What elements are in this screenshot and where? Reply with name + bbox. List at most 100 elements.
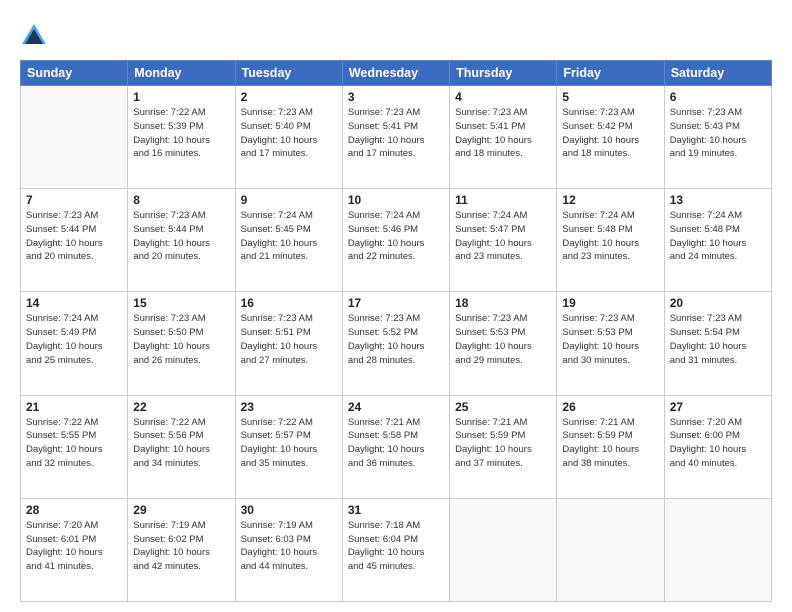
week-row-0: 1Sunrise: 7:22 AMSunset: 5:39 PMDaylight… — [21, 86, 772, 189]
day-number: 5 — [562, 90, 658, 104]
day-number: 20 — [670, 296, 766, 310]
day-info: Sunrise: 7:21 AMSunset: 5:58 PMDaylight:… — [348, 416, 444, 471]
day-header-wednesday: Wednesday — [342, 61, 449, 86]
header — [20, 18, 772, 50]
calendar-cell — [21, 86, 128, 189]
day-info: Sunrise: 7:23 AMSunset: 5:50 PMDaylight:… — [133, 312, 229, 367]
day-number: 1 — [133, 90, 229, 104]
day-number: 16 — [241, 296, 337, 310]
day-number: 21 — [26, 400, 122, 414]
calendar-cell: 1Sunrise: 7:22 AMSunset: 5:39 PMDaylight… — [128, 86, 235, 189]
day-number: 22 — [133, 400, 229, 414]
day-number: 18 — [455, 296, 551, 310]
calendar-cell: 30Sunrise: 7:19 AMSunset: 6:03 PMDayligh… — [235, 498, 342, 601]
calendar-cell: 25 Sunrise: 7:21 AMSunset: 5:59 PMDayligh… — [450, 395, 557, 498]
day-info: Sunrise: 7:23 AMSunset: 5:51 PMDaylight:… — [241, 312, 337, 367]
calendar-cell: 4 Sunrise: 7:23 AMSunset: 5:41 PMDaylight… — [450, 86, 557, 189]
calendar-cell: 29 Sunrise: 7:19 AMSunset: 6:02 PMDayligh… — [128, 498, 235, 601]
calendar-cell: 3 Sunrise: 7:23 AMSunset: 5:41 PMDaylight… — [342, 86, 449, 189]
day-number: 26 — [562, 400, 658, 414]
calendar-cell: 27Sunrise: 7:20 AMSunset: 6:00 PMDayligh… — [664, 395, 771, 498]
day-number: 10 — [348, 193, 444, 207]
calendar-cell: 20 Sunrise: 7:23 AMSunset: 5:54 PMDayligh… — [664, 292, 771, 395]
day-info: Sunrise: 7:23 AMSunset: 5:42 PMDaylight:… — [562, 106, 658, 161]
day-info: Sunrise: 7:23 AMSunset: 5:44 PMDaylight:… — [133, 209, 229, 264]
day-info: Sunrise: 7:21 AMSunset: 5:59 PMDaylight:… — [455, 416, 551, 471]
day-info: Sunrise: 7:21 AMSunset: 5:59 PMDaylight:… — [562, 416, 658, 471]
calendar-cell: 10 Sunrise: 7:24 AMSunset: 5:46 PMDayligh… — [342, 189, 449, 292]
day-header-saturday: Saturday — [664, 61, 771, 86]
calendar-cell: 21Sunrise: 7:22 AMSunset: 5:55 PMDayligh… — [21, 395, 128, 498]
day-header-sunday: Sunday — [21, 61, 128, 86]
day-number: 15 — [133, 296, 229, 310]
calendar-table: SundayMondayTuesdayWednesdayThursdayFrid… — [20, 60, 772, 602]
day-number: 3 — [348, 90, 444, 104]
day-info: Sunrise: 7:24 AMSunset: 5:45 PMDaylight:… — [241, 209, 337, 264]
day-number: 12 — [562, 193, 658, 207]
calendar-cell: 19 Sunrise: 7:23 AMSunset: 5:53 PMDayligh… — [557, 292, 664, 395]
day-number: 25 — [455, 400, 551, 414]
day-info: Sunrise: 7:23 AMSunset: 5:44 PMDaylight:… — [26, 209, 122, 264]
day-info: Sunrise: 7:23 AMSunset: 5:52 PMDaylight:… — [348, 312, 444, 367]
day-number: 4 — [455, 90, 551, 104]
day-number: 29 — [133, 503, 229, 517]
calendar-cell: 15 Sunrise: 7:23 AMSunset: 5:50 PMDayligh… — [128, 292, 235, 395]
week-row-2: 14 Sunrise: 7:24 AMSunset: 5:49 PMDayligh… — [21, 292, 772, 395]
calendar-cell: 12 Sunrise: 7:24 AMSunset: 5:48 PMDayligh… — [557, 189, 664, 292]
day-info: Sunrise: 7:22 AMSunset: 5:56 PMDaylight:… — [133, 416, 229, 471]
week-row-4: 28 Sunrise: 7:20 AMSunset: 6:01 PMDayligh… — [21, 498, 772, 601]
day-number: 30 — [241, 503, 337, 517]
calendar-cell: 22 Sunrise: 7:22 AMSunset: 5:56 PMDayligh… — [128, 395, 235, 498]
day-info: Sunrise: 7:22 AMSunset: 5:57 PMDaylight:… — [241, 416, 337, 471]
calendar-cell: 13Sunrise: 7:24 AMSunset: 5:48 PMDayligh… — [664, 189, 771, 292]
calendar-cell — [450, 498, 557, 601]
day-info: Sunrise: 7:24 AMSunset: 5:49 PMDaylight:… — [26, 312, 122, 367]
day-header-thursday: Thursday — [450, 61, 557, 86]
day-info: Sunrise: 7:23 AMSunset: 5:41 PMDaylight:… — [455, 106, 551, 161]
calendar-cell: 23 Sunrise: 7:22 AMSunset: 5:57 PMDayligh… — [235, 395, 342, 498]
day-info: Sunrise: 7:23 AMSunset: 5:43 PMDaylight:… — [670, 106, 766, 161]
day-number: 7 — [26, 193, 122, 207]
day-info: Sunrise: 7:24 AMSunset: 5:48 PMDaylight:… — [670, 209, 766, 264]
day-number: 19 — [562, 296, 658, 310]
day-info: Sunrise: 7:23 AMSunset: 5:54 PMDaylight:… — [670, 312, 766, 367]
calendar-cell: 9 Sunrise: 7:24 AMSunset: 5:45 PMDaylight… — [235, 189, 342, 292]
calendar-header: SundayMondayTuesdayWednesdayThursdayFrid… — [21, 61, 772, 86]
day-number: 23 — [241, 400, 337, 414]
day-info: Sunrise: 7:23 AMSunset: 5:53 PMDaylight:… — [562, 312, 658, 367]
day-info: Sunrise: 7:19 AMSunset: 6:02 PMDaylight:… — [133, 519, 229, 574]
day-number: 28 — [26, 503, 122, 517]
day-header-tuesday: Tuesday — [235, 61, 342, 86]
calendar-cell: 28 Sunrise: 7:20 AMSunset: 6:01 PMDayligh… — [21, 498, 128, 601]
day-info: Sunrise: 7:23 AMSunset: 5:41 PMDaylight:… — [348, 106, 444, 161]
logo — [20, 22, 52, 50]
calendar-cell: 16 Sunrise: 7:23 AMSunset: 5:51 PMDayligh… — [235, 292, 342, 395]
day-number: 2 — [241, 90, 337, 104]
day-number: 24 — [348, 400, 444, 414]
day-info: Sunrise: 7:24 AMSunset: 5:46 PMDaylight:… — [348, 209, 444, 264]
day-number: 17 — [348, 296, 444, 310]
calendar-cell: 11Sunrise: 7:24 AMSunset: 5:47 PMDayligh… — [450, 189, 557, 292]
calendar-body: 1Sunrise: 7:22 AMSunset: 5:39 PMDaylight… — [21, 86, 772, 602]
day-number: 31 — [348, 503, 444, 517]
day-number: 6 — [670, 90, 766, 104]
logo-icon — [20, 22, 48, 50]
week-row-1: 7 Sunrise: 7:23 AMSunset: 5:44 PMDaylight… — [21, 189, 772, 292]
calendar-cell: 18 Sunrise: 7:23 AMSunset: 5:53 PMDayligh… — [450, 292, 557, 395]
calendar-cell: 8 Sunrise: 7:23 AMSunset: 5:44 PMDaylight… — [128, 189, 235, 292]
day-number: 14 — [26, 296, 122, 310]
day-number: 8 — [133, 193, 229, 207]
day-info: Sunrise: 7:23 AMSunset: 5:40 PMDaylight:… — [241, 106, 337, 161]
day-number: 9 — [241, 193, 337, 207]
page: SundayMondayTuesdayWednesdayThursdayFrid… — [0, 0, 792, 612]
calendar-cell: 26 Sunrise: 7:21 AMSunset: 5:59 PMDayligh… — [557, 395, 664, 498]
calendar-cell: 2 Sunrise: 7:23 AMSunset: 5:40 PMDaylight… — [235, 86, 342, 189]
calendar-cell: 5 Sunrise: 7:23 AMSunset: 5:42 PMDaylight… — [557, 86, 664, 189]
calendar-cell: 17 Sunrise: 7:23 AMSunset: 5:52 PMDayligh… — [342, 292, 449, 395]
calendar-cell: 24 Sunrise: 7:21 AMSunset: 5:58 PMDayligh… — [342, 395, 449, 498]
day-info: Sunrise: 7:23 AMSunset: 5:53 PMDaylight:… — [455, 312, 551, 367]
calendar-cell: 7 Sunrise: 7:23 AMSunset: 5:44 PMDaylight… — [21, 189, 128, 292]
day-info: Sunrise: 7:20 AMSunset: 6:01 PMDaylight:… — [26, 519, 122, 574]
calendar-cell: 31Sunrise: 7:18 AMSunset: 6:04 PMDayligh… — [342, 498, 449, 601]
day-info: Sunrise: 7:24 AMSunset: 5:48 PMDaylight:… — [562, 209, 658, 264]
